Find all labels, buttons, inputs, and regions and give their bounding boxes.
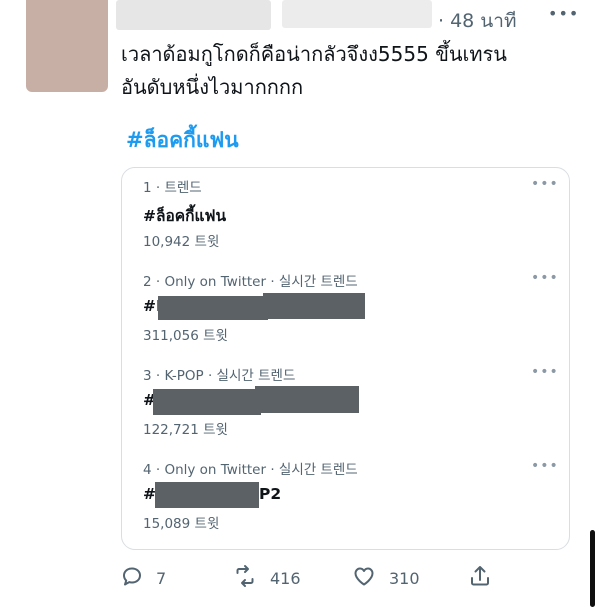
avatar[interactable] xyxy=(26,0,108,92)
trend-topic: # P2 xyxy=(143,482,543,508)
trend-item-1: 1 · 트렌드 #ล็อคกี้แฟน 10,942 트윗 ••• xyxy=(143,176,558,250)
like-icon xyxy=(352,564,376,592)
share-button[interactable] xyxy=(468,566,492,590)
trend-topic: # xyxy=(143,386,543,415)
reply-count: 7 xyxy=(156,568,167,588)
trend-item-4: 4 · Only on Twitter · 실시간 트렌드 # P2 15,08… xyxy=(143,458,558,532)
trend-meta: 3 · K-POP · 실시간 트렌드 xyxy=(143,368,296,384)
hashtag-link[interactable]: #ล็อคกี้แฟน xyxy=(126,124,239,157)
redaction-block xyxy=(158,296,268,320)
trend-meta: 2 · Only on Twitter · 실시간 트렌드 xyxy=(143,274,358,290)
redaction-block xyxy=(255,386,359,413)
tweet-more-icon[interactable]: ••• xyxy=(548,4,579,23)
blurred-display-name xyxy=(116,0,271,30)
tweet-text-line-2: อันดับหนึ่งไวมากกกก xyxy=(121,75,304,99)
trend-topic: #L xyxy=(143,293,543,320)
trend-count: 10,942 트윗 xyxy=(143,234,220,250)
like-count: 310 xyxy=(389,568,420,588)
reply-icon xyxy=(120,564,144,592)
trend-item-3: 3 · K-POP · 실시간 트렌드 # 122,721 트윗 ••• xyxy=(143,364,558,438)
like-button[interactable]: 310 xyxy=(352,566,420,590)
redaction-block xyxy=(155,482,259,508)
blurred-username xyxy=(282,0,432,28)
tweet-text: เวลาด้อมกูโกดก็คือน่ากลัวจึงง5555 ขึ้นเท… xyxy=(121,38,581,104)
tweet-timestamp[interactable]: · 48 นาที xyxy=(438,6,516,36)
trend-topic-suffix: P2 xyxy=(259,485,282,503)
trend-count: 311,056 트윗 xyxy=(143,328,228,344)
scrollbar[interactable] xyxy=(590,530,595,607)
trend-meta: 4 · Only on Twitter · 실시간 트렌드 xyxy=(143,462,358,478)
share-icon xyxy=(468,564,492,592)
redaction-block xyxy=(153,389,261,415)
trend-count: 122,721 트윗 xyxy=(143,422,228,438)
trend-count: 15,089 트윗 xyxy=(143,516,220,532)
trend-meta: 1 · 트렌드 xyxy=(143,180,202,196)
trend-item-2: 2 · Only on Twitter · 실시간 트렌드 #L 311,056… xyxy=(143,270,558,344)
trend-more-icon: ••• xyxy=(531,458,559,474)
trend-more-icon: ••• xyxy=(531,270,559,286)
trend-more-icon: ••• xyxy=(531,176,559,192)
trends-screenshot-card: 1 · 트렌드 #ล็อคกี้แฟน 10,942 트윗 ••• 2 · On… xyxy=(121,167,570,550)
trend-more-icon: ••• xyxy=(531,364,559,380)
redaction-block xyxy=(263,293,365,319)
tweet-text-line-1: เวลาด้อมกูโกดก็คือน่ากลัวจึงง5555 ขึ้นเท… xyxy=(121,42,507,66)
retweet-icon xyxy=(233,564,257,592)
trend-topic: #ล็อคกี้แฟน xyxy=(143,207,227,225)
retweet-button[interactable]: 416 xyxy=(233,564,301,592)
reply-button[interactable]: 7 xyxy=(120,566,166,590)
retweet-count: 416 xyxy=(270,568,301,588)
